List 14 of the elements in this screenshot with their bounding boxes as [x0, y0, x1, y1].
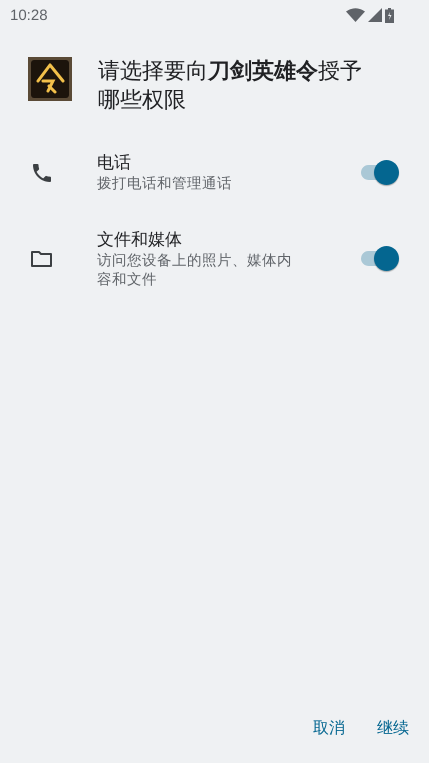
- permission-description: 访问您设备上的照片、媒体内容和文件: [97, 252, 293, 290]
- dialog-title: 请选择要向刀剑英雄令授予哪些权限: [98, 58, 363, 115]
- permission-description: 拨打电话和管理通话: [97, 175, 233, 194]
- permission-title: 电话: [97, 152, 132, 175]
- continue-button[interactable]: 继续: [367, 710, 419, 747]
- permission-title: 文件和媒体: [97, 229, 183, 252]
- cancel-button[interactable]: 取消: [303, 710, 355, 747]
- wifi-icon: [346, 8, 365, 22]
- permission-switch[interactable]: [359, 245, 399, 273]
- signal-icon: [368, 8, 382, 22]
- permission-switch[interactable]: [359, 158, 399, 186]
- battery-icon: [385, 8, 394, 22]
- app-icon: [28, 57, 72, 101]
- status-time: 10:28: [10, 6, 48, 24]
